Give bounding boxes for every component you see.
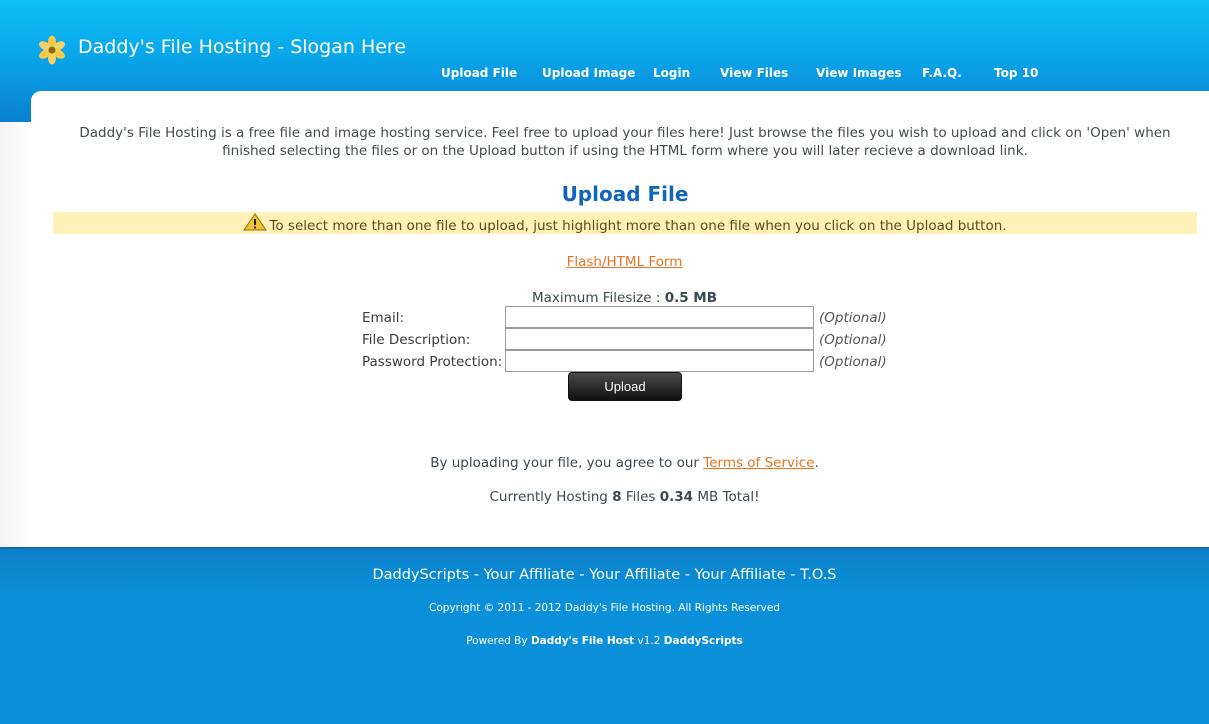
hosting-size: 0.34 <box>659 489 694 505</box>
password-protection-optional: (Optional) <box>819 354 887 370</box>
password-protection-label: Password Protection: <box>362 354 503 370</box>
footer-link-affiliate-2[interactable]: Your Affiliate <box>589 567 680 583</box>
hosting-files-label: Files <box>625 489 656 505</box>
upload-title: Upload File <box>561 182 689 206</box>
footer-link-affiliate-1[interactable]: Your Affiliate <box>484 567 575 583</box>
warning-text: To select more than one file to upload, … <box>269 218 1007 234</box>
max-filesize-label: Maximum Filesize : <box>531 290 661 306</box>
nav-view-images[interactable]: View Images <box>816 66 902 80</box>
warning-icon <box>243 213 268 231</box>
footer-separator: - <box>574 567 590 583</box>
upload-button[interactable]: Upload <box>568 372 682 401</box>
warning-banner: To select more than one file to upload, … <box>53 212 1197 234</box>
nav-view-files[interactable]: View Files <box>720 66 788 80</box>
footer-link-affiliate-3[interactable]: Your Affiliate <box>695 567 786 583</box>
intro-text: Daddy's File Hosting is a free file and … <box>79 125 1171 159</box>
hosting-suffix: MB Total! <box>697 489 760 505</box>
email-field[interactable] <box>505 306 814 328</box>
hosting-files-count: 8 <box>612 489 622 505</box>
hosting-stats: Currently Hosting 8 Files 0.34 MB Total! <box>0 489 1209 505</box>
nav-faq[interactable]: F.A.Q. <box>922 66 962 80</box>
flower-icon[interactable] <box>37 35 67 65</box>
file-description-label: File Description: <box>362 332 471 348</box>
nav-upload-image[interactable]: Upload Image <box>542 66 635 80</box>
copyright: Copyright © 2011 - 2012 Daddy's File Hos… <box>429 602 780 614</box>
file-description-optional: (Optional) <box>819 332 887 348</box>
terms-of-service-link[interactable]: Terms of Service <box>703 455 814 471</box>
nav-upload-file[interactable]: Upload File <box>441 66 517 80</box>
nav-top-10[interactable]: Top 10 <box>994 66 1038 80</box>
footer-link-tos[interactable]: T.O.S <box>800 567 836 583</box>
hosting-prefix: Currently Hosting <box>489 489 608 505</box>
agree-prefix: By uploading your file, you agree to our <box>430 455 699 471</box>
footer-separator: - <box>680 567 695 583</box>
file-description-field[interactable] <box>505 328 814 350</box>
max-filesize: Maximum Filesize : 0.5 MB <box>0 290 1209 306</box>
powered-by: Powered By Daddy's File Host v1.2 DaddyS… <box>0 635 1209 647</box>
footer-separator: - <box>469 567 484 583</box>
email-label: Email: <box>362 310 405 326</box>
max-filesize-value: 0.5 MB <box>664 290 718 306</box>
site-footer: DaddyScripts - Your Affiliate - Your Aff… <box>0 547 1209 724</box>
site-title[interactable]: Daddy's File Hosting - Slogan Here <box>78 36 406 58</box>
footer-links: DaddyScripts - Your Affiliate - Your Aff… <box>0 567 1209 583</box>
powered-product[interactable]: Daddy's File Host <box>531 635 634 647</box>
email-optional: (Optional) <box>819 310 887 326</box>
agree-suffix: . <box>814 455 819 471</box>
powered-prefix: Powered By <box>466 635 528 647</box>
nav-login[interactable]: Login <box>653 66 690 80</box>
terms-agreement: By uploading your file, you agree to our… <box>0 455 1209 471</box>
powered-author[interactable]: DaddyScripts <box>664 635 743 647</box>
footer-separator: - <box>785 567 801 583</box>
password-protection-field[interactable] <box>505 350 814 372</box>
powered-version: v1.2 <box>637 635 661 647</box>
flash-html-form-link[interactable]: Flash/HTML Form <box>0 254 1209 270</box>
footer-link-daddyscripts[interactable]: DaddyScripts <box>372 567 469 583</box>
